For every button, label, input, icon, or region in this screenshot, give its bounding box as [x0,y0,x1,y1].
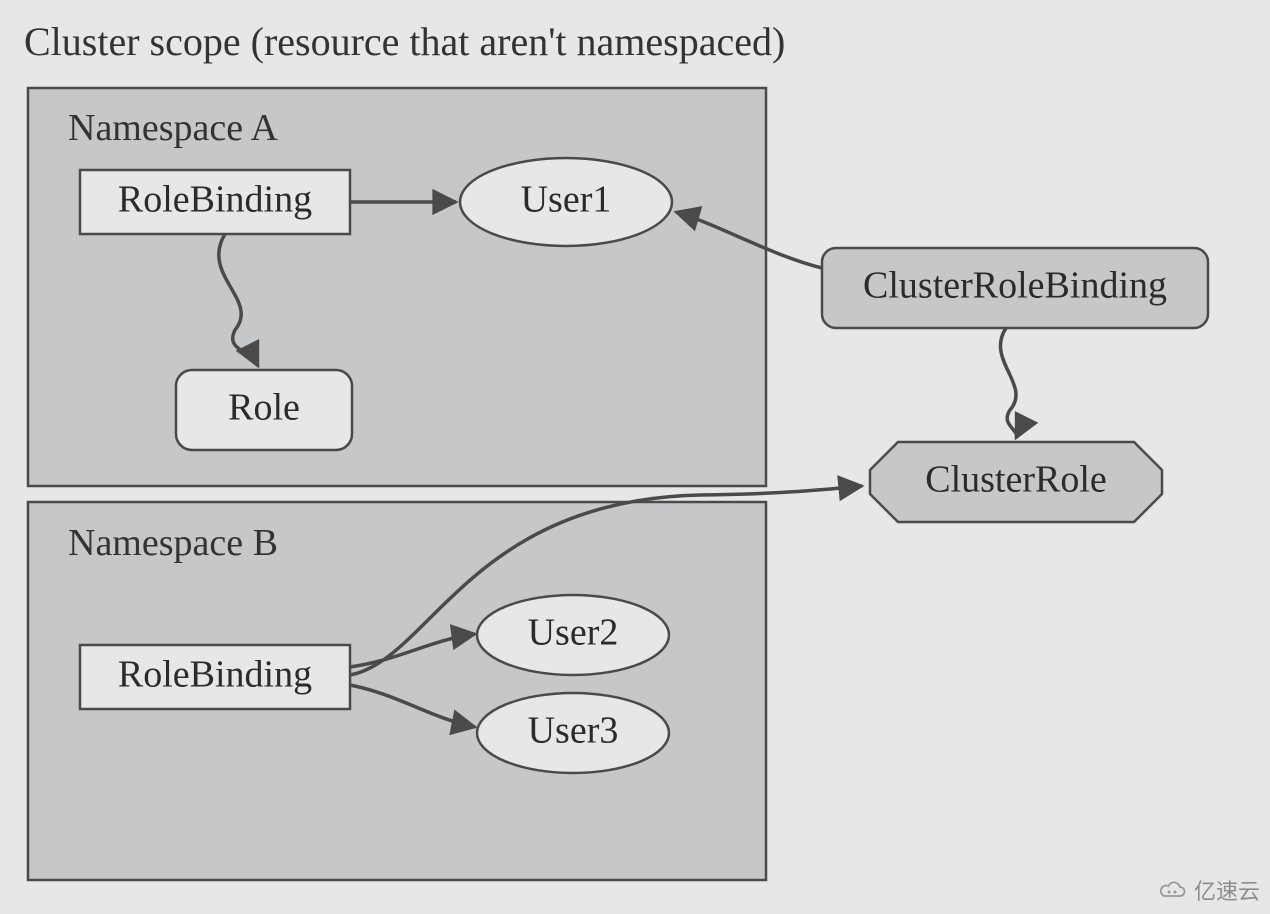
watermark: 亿速云 [1158,874,1260,906]
edge-clusterRoleBinding-clusterRole [1000,328,1016,438]
role-label: Role [228,387,300,429]
watermark-label: 亿速云 [1194,874,1260,906]
user2-label: User2 [528,612,619,654]
user3-label: User3 [528,710,619,752]
namespace-a-label: Namespace A [68,107,279,149]
namespace-b-label: Namespace B [68,522,278,564]
clusterrolebinding-label: ClusterRoleBinding [863,265,1167,307]
clusterrole-label: ClusterRole [925,459,1107,501]
rolebinding-b-label: RoleBinding [118,654,312,696]
rolebinding-a-label: RoleBinding [118,179,312,221]
user1-label: User1 [521,179,612,221]
diagram-canvas: Namespace A RoleBinding User1 Role Names… [0,0,1270,914]
